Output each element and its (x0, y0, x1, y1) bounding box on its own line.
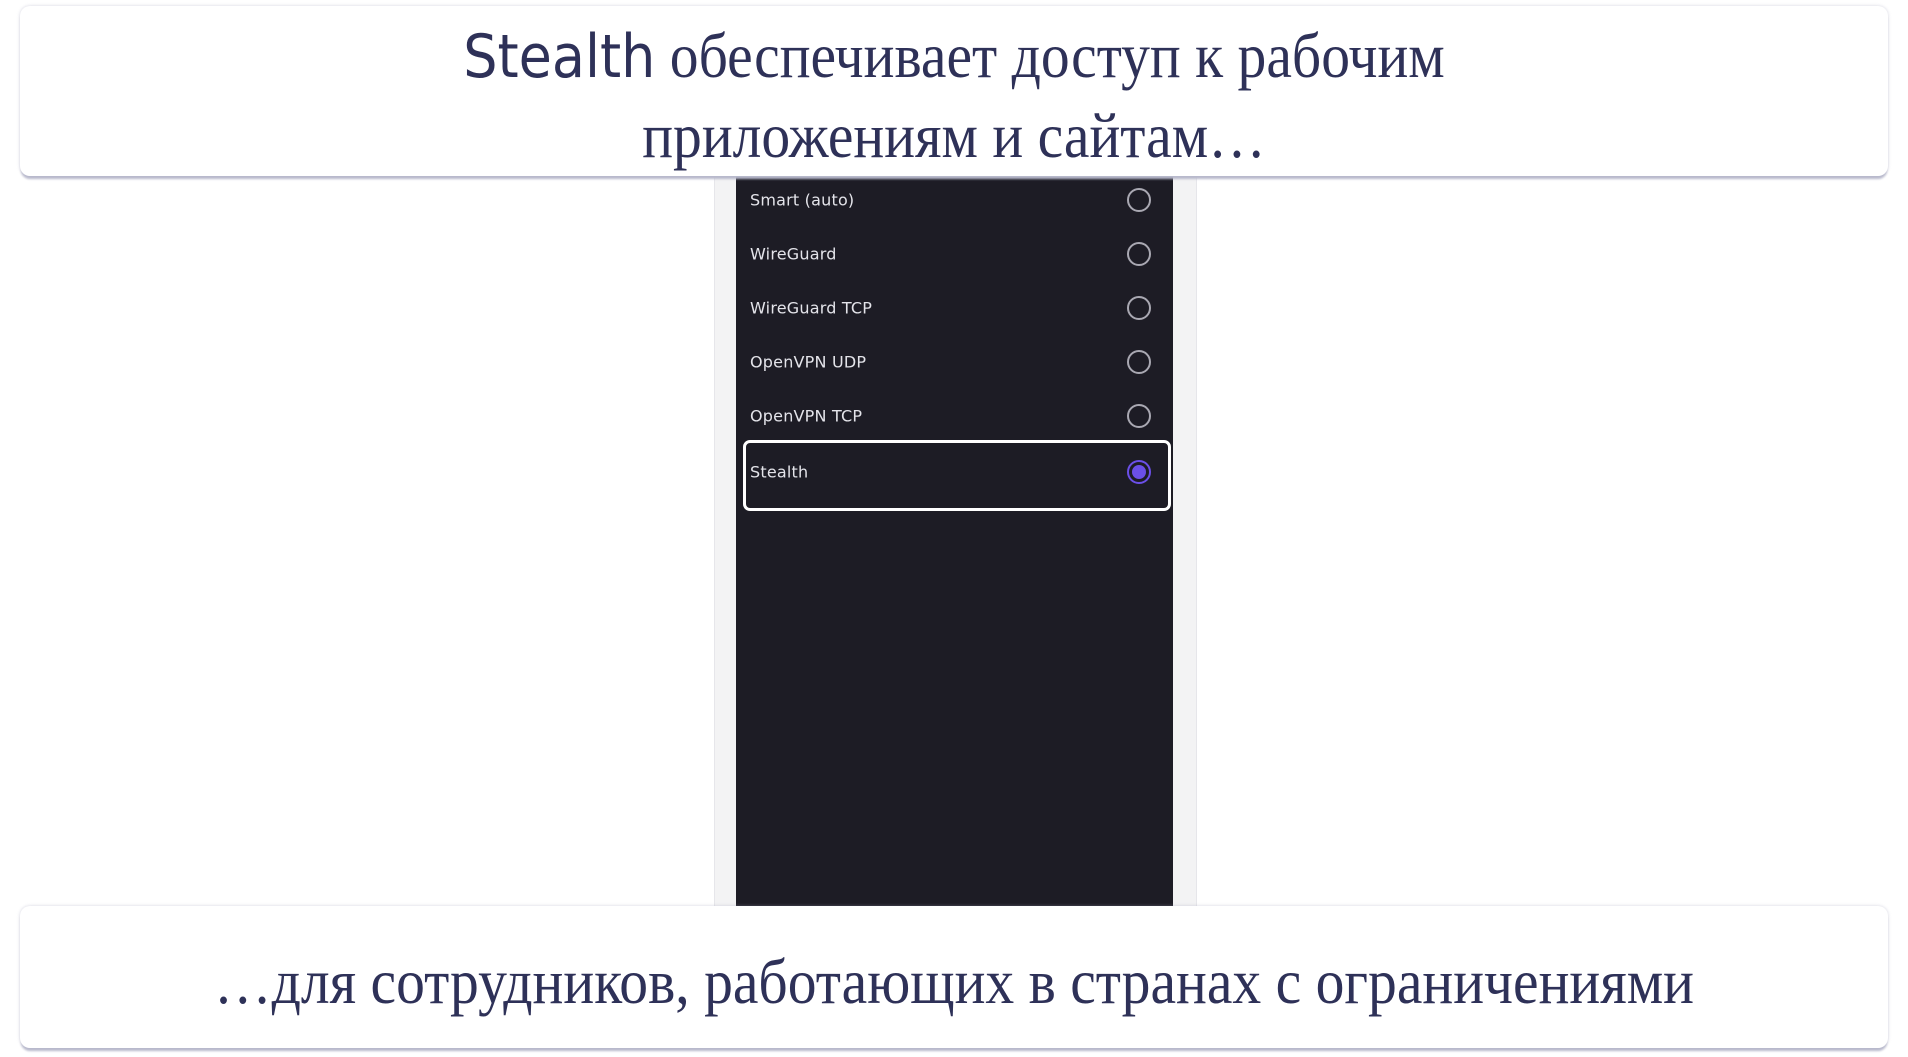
caption-bottom-text: …для сотрудников, работающих в странах с… (214, 946, 1694, 1017)
option-label: WireGuard TCP (750, 298, 873, 318)
option-label: Stealth (750, 462, 809, 482)
radio-unchecked-icon[interactable] (1127, 242, 1151, 266)
option-label: Smart (auto) (750, 190, 855, 210)
protocol-option-openvpn-tcp[interactable]: OpenVPN TCP (736, 389, 1173, 443)
option-label: OpenVPN TCP (750, 406, 863, 426)
caption-top: Stealth обеспечивает доступ к рабочим пр… (20, 6, 1888, 176)
option-label: OpenVPN UDP (750, 352, 867, 372)
caption-bottom: …для сотрудников, работающих в странах с… (20, 906, 1888, 1048)
protocol-option-wireguard[interactable]: WireGuard (736, 227, 1173, 281)
protocol-option-openvpn-udp[interactable]: OpenVPN UDP (736, 335, 1173, 389)
protocol-option-wireguard-tcp[interactable]: WireGuard TCP (736, 281, 1173, 335)
radio-unchecked-icon[interactable] (1127, 404, 1151, 428)
radio-unchecked-icon[interactable] (1127, 350, 1151, 374)
radio-unchecked-icon[interactable] (1127, 188, 1151, 212)
caption-top-line2: приложениям и сайтам… (642, 100, 1266, 171)
protocol-selection-screen: Smart (auto) WireGuard WireGuard TCP Ope… (736, 150, 1173, 906)
radio-unchecked-icon[interactable] (1127, 296, 1151, 320)
protocol-option-stealth[interactable]: Stealth (743, 440, 1171, 511)
caption-highlight-stealth: Stealth (463, 22, 656, 92)
option-label: WireGuard (750, 244, 837, 264)
protocol-option-smart-auto[interactable]: Smart (auto) (736, 173, 1173, 227)
caption-top-line1-text: обеспечивает доступ к рабочим (655, 20, 1445, 91)
radio-checked-icon[interactable] (1127, 460, 1151, 484)
caption-top-line1: Stealth обеспечивает доступ к рабочим (113, 24, 1794, 88)
